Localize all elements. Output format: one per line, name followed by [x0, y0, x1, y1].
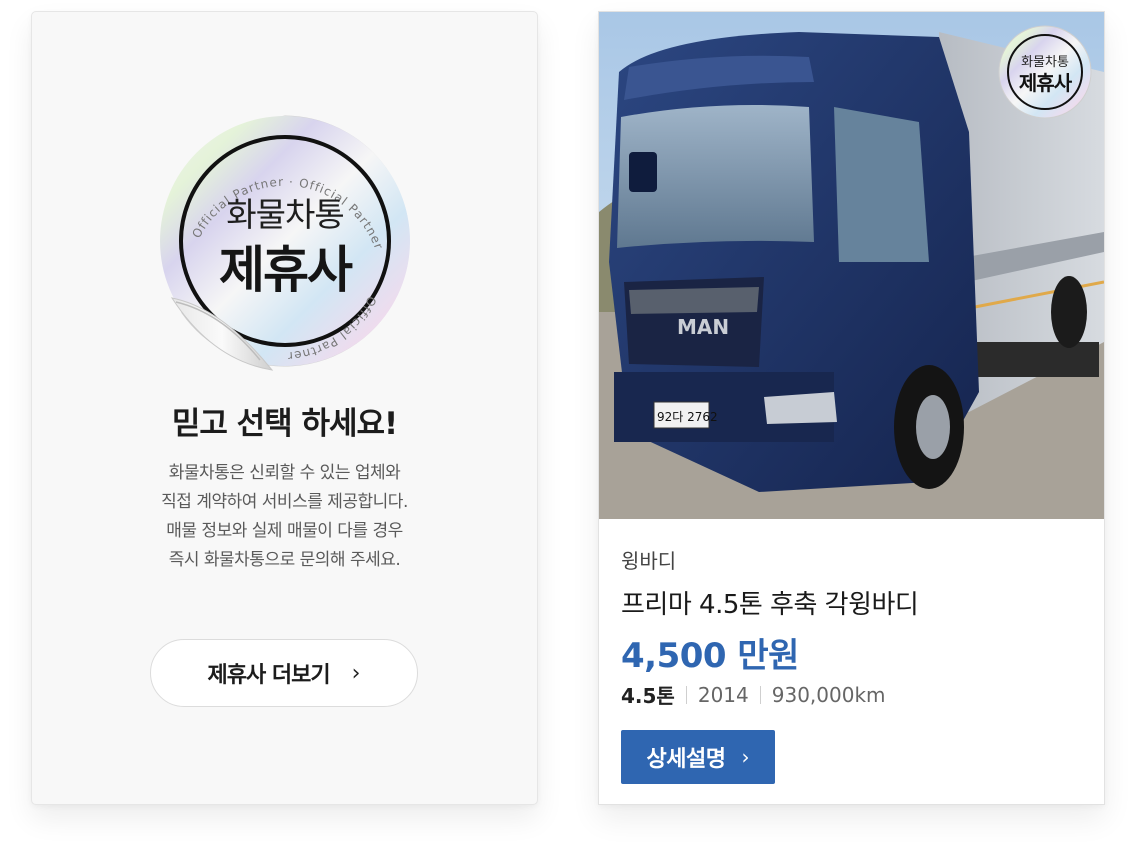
trust-description: 화물차통은 신뢰할 수 있는 업체와 직접 계약하여 서비스를 제공합니다. 매… — [32, 459, 537, 575]
listing-price: 4,500 만원 — [621, 636, 799, 676]
listing-specs: 4.5톤 2014 930,000km — [621, 680, 886, 709]
more-partners-button[interactable]: 제휴사 더보기 › — [150, 639, 418, 707]
listing-title[interactable]: 프리마 4.5톤 후축 각윙바디 — [621, 584, 919, 621]
spec-year: 2014 — [697, 682, 749, 707]
badge-line-partner: 제휴사 — [219, 241, 353, 299]
partner-info-card: Official Partner · Official Partner Offi… — [31, 11, 538, 805]
detail-button[interactable]: 상세설명 › — [621, 730, 775, 784]
detail-button-label: 상세설명 — [646, 747, 726, 772]
description-line: 직접 계약하여 서비스를 제공합니다. — [161, 492, 408, 512]
chevron-right-icon: › — [741, 745, 750, 769]
spec-divider — [759, 685, 761, 704]
truck-photo[interactable]: MAN 92다 2762 화물차통 제휴사 — [599, 12, 1104, 519]
truck-listing-card[interactable]: MAN 92다 2762 화물차통 제휴사 윙바디 프리마 4.5톤 후축 각윙… — [598, 11, 1105, 805]
listing-category: 윙바디 — [621, 549, 677, 573]
truck-brand-text: MAN — [677, 315, 729, 339]
mini-badge-line-partner: 제휴사 — [1018, 71, 1072, 95]
description-line: 화물차통은 신뢰할 수 있는 업체와 — [168, 463, 401, 483]
description-line: 즉시 화물차통으로 문의해 주세요. — [168, 550, 401, 570]
spec-tonnage: 4.5톤 — [621, 684, 675, 708]
partner-mini-badge: 화물차통 제휴사 — [997, 24, 1093, 120]
trust-heading: 믿고 선택 하세요! — [171, 406, 398, 442]
spec-divider — [685, 685, 687, 704]
description-line: 매물 정보와 실제 매물이 다를 경우 — [166, 521, 403, 541]
badge-line-brand: 화물차통 — [226, 195, 344, 234]
more-partners-label: 제휴사 더보기 — [207, 663, 331, 688]
chevron-right-icon: › — [351, 660, 361, 686]
official-partner-badge: Official Partner · Official Partner Offi… — [152, 108, 418, 374]
plate-text: 92다 2762 — [657, 410, 718, 424]
spec-mileage: 930,000km — [771, 682, 886, 707]
